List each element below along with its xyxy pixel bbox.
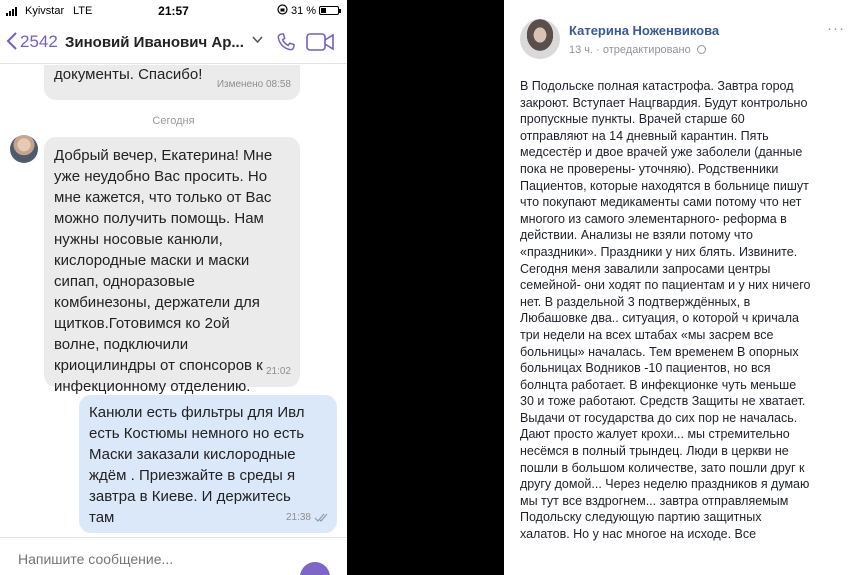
- rotation-lock-icon: [277, 4, 288, 18]
- message-line: комбинезоны, держатели для: [54, 294, 260, 311]
- message-line: щитков.Готовимся ко 2ой: [54, 315, 230, 332]
- post-line: Пациентов, которые находятся в больнице …: [520, 178, 809, 193]
- composer-bar: [0, 537, 347, 575]
- post-time[interactable]: 13 ч.: [569, 44, 593, 56]
- post-line: закроют. Вступает Нацгвардия. Будут конт…: [520, 95, 808, 110]
- message-line: ждём . Приезжайте в среды я: [89, 467, 296, 484]
- chat-header: 2542 Зиновий Иванович Ар...: [0, 22, 347, 64]
- post-line: больницах Водников -10 пациентов, но вся: [520, 361, 771, 376]
- post-line: многого из самого элементарного- реформа…: [520, 211, 787, 226]
- contact-name[interactable]: Зиновий Иванович Ар...: [65, 34, 244, 51]
- message-time-label: 21:38: [285, 512, 311, 523]
- post-line: три недели на всех штабах «мы засрем все: [520, 327, 774, 342]
- post-line: другу домой... Через неделю праздников я…: [520, 477, 810, 492]
- post-line: Подольску следующую партию защитных: [520, 510, 762, 525]
- message-line: нужны носовые канюли,: [54, 231, 223, 248]
- post-line: болнцта работает. В инфекционке чуть мен…: [520, 377, 797, 392]
- post-line: медсестёр и двое врачей уже заболели (да…: [520, 145, 803, 160]
- message-line: мне кажется, что только от Вас: [54, 189, 272, 206]
- author-avatar[interactable]: [520, 19, 560, 59]
- message-line: есть Костюмы немного но есть: [89, 425, 305, 442]
- message-bubble-incoming[interactable]: документы. Спасибо! Изменено 08:58: [44, 65, 300, 100]
- message-line: завтра в Киеве. И держитесь: [89, 488, 291, 505]
- facebook-post: Катерина Ноженвикова 13 ч. · отредактиро…: [504, 0, 857, 575]
- post-line: нет. В раздельной 3 подтверждённых, в: [520, 294, 751, 309]
- message-line: инфекционному отделению.: [54, 378, 251, 395]
- status-bar: Kyivstar LTE 21:57 31 %: [0, 0, 347, 22]
- post-line: мы тут все вздрогнем... завтра отправляе…: [520, 493, 789, 508]
- message-text: Добрый вечер, Екатерина! Мне уже неудобн…: [54, 145, 300, 397]
- message-line: волне, подключили: [54, 336, 189, 353]
- message-line: уже неудобно Вас просить. Но: [54, 168, 268, 185]
- post-line: 30 и тоже работают. Средств Защиты не хв…: [520, 394, 806, 409]
- contact-avatar[interactable]: [10, 135, 38, 163]
- double-check-icon: [314, 507, 329, 528]
- message-line: Маски заказали кислородные: [89, 446, 296, 463]
- message-time: 21:38: [286, 507, 311, 528]
- post-line: несёмся в полный трындец. Люди в церкви …: [520, 444, 789, 459]
- message-list[interactable]: документы. Спасибо! Изменено 08:58 Сегод…: [0, 65, 347, 535]
- message-time: Изменено 08:58: [216, 79, 291, 90]
- post-line: пропускные пункты. Врачей старше 60: [520, 112, 745, 127]
- post-line: Любашовке два.. ситуация, о которой ч кр…: [520, 311, 799, 326]
- battery-icon: [319, 6, 341, 15]
- battery-label: 31 %: [291, 5, 317, 17]
- message-bubble-incoming[interactable]: Добрый вечер, Екатерина! Мне уже неудобн…: [44, 137, 300, 395]
- more-dots-icon[interactable]: ···: [827, 20, 845, 37]
- message-line: криоцилиндры от спонсоров к: [54, 357, 263, 374]
- message-line: можно получить помощь. Нам: [54, 210, 264, 227]
- post-line: Сегодня меня завалили запросами центры: [520, 261, 771, 276]
- day-separator: Сегодня: [152, 115, 195, 127]
- post-line: что покупают медикаменты сами потому что…: [520, 195, 802, 210]
- post-line: больницы» началась. Тем временем В опорн…: [520, 344, 799, 359]
- post-line: пошли в большом количестве, зато пошли д…: [520, 460, 805, 475]
- message-input[interactable]: [18, 551, 288, 567]
- post-line: Дают просто жалует крохи... мы стремител…: [520, 427, 790, 442]
- message-time: 21:02: [265, 366, 291, 377]
- message-line: Добрый вечер, Екатерина! Мне: [54, 147, 273, 164]
- video-icon[interactable]: [306, 33, 334, 56]
- post-meta: 13 ч. · отредактировано: [569, 44, 706, 56]
- edited-label: · отредактировано: [596, 44, 691, 56]
- phone-icon[interactable]: [275, 31, 297, 58]
- post-line: В Подольске полная катастрофа. Завтра го…: [520, 79, 794, 93]
- author-name[interactable]: Катерина Ноженвикова: [569, 23, 719, 38]
- message-line: кислородные маски и маски: [54, 252, 250, 269]
- chevron-down-icon[interactable]: [252, 33, 263, 47]
- globe-icon: [696, 45, 706, 54]
- back-button[interactable]: 2542: [6, 31, 58, 53]
- chevron-left-icon: [6, 31, 18, 53]
- post-body: В Подольске полная катастрофа. Завтра го…: [520, 78, 845, 543]
- post-line: семейной- они ходят по пациентам и у них…: [520, 278, 811, 293]
- message-bubble-outgoing[interactable]: Канюли есть фильтры для Ивл есть Костюмы…: [79, 395, 337, 533]
- post-line: «праздники». Праздники у них блять. Изви…: [520, 244, 798, 259]
- chat-screen: Kyivstar LTE 21:57 31 % 2542 Зиновий Ива…: [0, 0, 347, 575]
- post-line: халатов. Но у нас многое на исходе. Все: [520, 527, 757, 542]
- post-line: действии. Анализы не взяли потому что: [520, 228, 753, 243]
- post-line: Выдачи от государства до сих пор не нача…: [520, 410, 798, 425]
- back-count: 2542: [20, 32, 58, 51]
- post-line: отправляют на 14 дневный карантин. Пять: [520, 128, 769, 143]
- sticker-button[interactable]: [300, 562, 330, 575]
- message-text: документы. Спасибо!: [54, 66, 203, 83]
- post-line: пока не проверены- уточняю). Родственник…: [520, 161, 779, 176]
- message-line: сипап, одноразовые: [54, 273, 195, 290]
- message-line: Канюли есть фильтры для Ивл: [89, 404, 305, 421]
